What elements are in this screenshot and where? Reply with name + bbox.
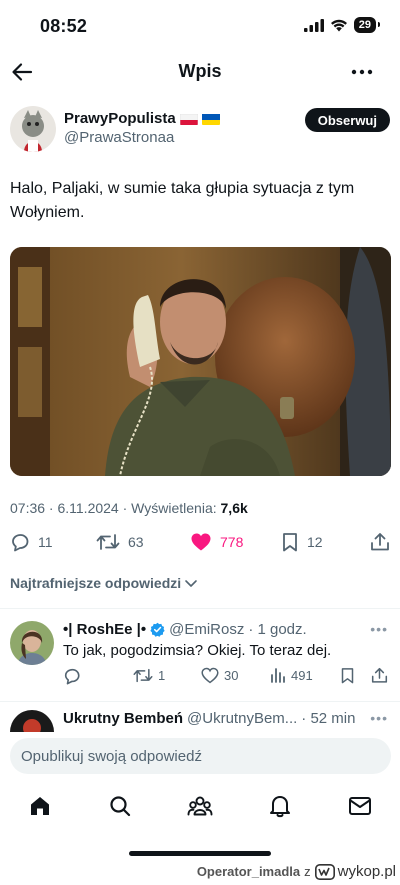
heart-filled-icon <box>191 533 211 551</box>
wifi-icon <box>330 19 347 31</box>
bookmark-action[interactable]: 12 <box>281 532 323 552</box>
status-bar: 08:52 29 <box>0 0 400 50</box>
communities-icon <box>187 796 213 816</box>
reply-like-count: 30 <box>224 668 239 683</box>
messages-envelope-icon <box>349 797 371 815</box>
watermark-z: z <box>304 864 311 879</box>
reply-icon <box>64 668 80 685</box>
reply-header: •| RoshEe |• @EmiRosz · 1 godz. <box>63 621 307 638</box>
author-display-name[interactable]: PrawyPopulista <box>64 110 176 127</box>
author-handle[interactable]: @PrawaStronaa <box>64 129 174 146</box>
like-count: 778 <box>220 534 244 550</box>
page-title: Wpis <box>178 61 222 81</box>
wykop-logo-icon <box>314 863 335 880</box>
post-image[interactable] <box>10 247 391 476</box>
reply-repost-count: 1 <box>158 668 166 683</box>
reply-text: To jak, pogodzimsia? Okiej. To teraz dej… <box>63 642 332 659</box>
chevron-down-icon <box>185 580 197 587</box>
reply-item[interactable]: Ukrutny Bembeń @UkrutnyBem... · 52 min •… <box>10 710 390 732</box>
post-meta: 07:36 · 6.11.2024 · Wyświetlenia: 7,6k <box>10 500 248 516</box>
repost-count: 63 <box>128 534 144 550</box>
reply-action[interactable]: 11 <box>10 532 53 552</box>
post-view-count: 7,6k <box>220 500 248 516</box>
top-nav: Wpis <box>0 50 400 94</box>
reply-author-handle[interactable]: @UkrutnyBem... <box>187 710 297 727</box>
reply-author-name[interactable]: •| RoshEe |• <box>63 621 146 638</box>
post-actions: 11 63 778 12 <box>10 532 390 558</box>
reply-author-name[interactable]: Ukrutny Bembeń <box>63 710 183 727</box>
reply-time: · 1 godz. <box>248 621 307 638</box>
replies-sort-dropdown[interactable]: Najtrafniejsze odpowiedzi <box>10 575 198 591</box>
reply-icon <box>12 534 29 552</box>
reply-views-action[interactable]: 491 <box>270 667 313 683</box>
reply-count: 11 <box>38 534 53 550</box>
reply-header: Ukrutny Bembeń @UkrutnyBem... · 52 min <box>63 710 355 727</box>
bookmark-count: 12 <box>307 534 323 550</box>
post-text: Halo, Paljaki, w sumie taka głupia sytua… <box>10 180 355 221</box>
share-icon <box>371 667 388 683</box>
reply-time: · 52 min <box>301 710 356 727</box>
tab-search[interactable] <box>106 792 134 820</box>
more-horizontal-icon <box>351 69 373 75</box>
repost-action[interactable]: 63 <box>96 532 144 552</box>
bottom-tab-bar <box>0 786 400 826</box>
post-timestamp[interactable]: 07:36 · 6.11.2024 · Wyświetlenia: <box>10 500 221 516</box>
watermark: Operator_imadla z wykop.pl <box>197 863 396 880</box>
verified-badge-icon <box>150 622 165 637</box>
like-action[interactable]: 778 <box>190 532 243 552</box>
reply-view-count: 491 <box>291 667 313 683</box>
home-indicator <box>129 851 271 856</box>
battery-indicator: 29 <box>353 17 381 33</box>
notifications-bell-icon <box>270 796 290 818</box>
tab-home[interactable] <box>26 792 54 820</box>
divider <box>0 701 400 702</box>
post-author: PrawyPopulista @PrawaStronaa Obserwuj <box>10 106 390 156</box>
heart-icon <box>201 667 219 684</box>
views-chart-icon <box>271 668 285 683</box>
watermark-user: Operator_imadla <box>196 864 301 879</box>
reply-author-handle[interactable]: @EmiRosz <box>169 621 244 638</box>
repost-icon <box>96 534 120 550</box>
reply-more-button[interactable]: ••• <box>370 621 388 637</box>
reply-avatar[interactable] <box>10 621 54 665</box>
status-time: 08:52 <box>40 16 88 36</box>
poland-flag-icon <box>179 113 198 125</box>
search-icon <box>110 796 131 817</box>
reply-bookmark-action[interactable] <box>340 667 355 684</box>
reply-share-action[interactable] <box>371 667 388 684</box>
status-icons: 29 <box>303 17 381 33</box>
reply-composer[interactable] <box>10 738 391 774</box>
ukraine-flag-icon <box>201 113 220 125</box>
reply-input[interactable] <box>21 747 391 765</box>
reply-item[interactable]: •| RoshEe |• @EmiRosz · 1 godz. ••• To j… <box>10 621 390 693</box>
replies-sort-label: Najtrafniejsze odpowiedzi <box>10 575 182 591</box>
cellular-signal-icon <box>303 18 324 32</box>
reply-reply-action[interactable] <box>63 667 81 685</box>
follow-button[interactable]: Obserwuj <box>304 108 390 132</box>
share-action[interactable] <box>370 532 390 552</box>
tab-messages[interactable] <box>346 792 374 820</box>
divider <box>0 608 400 609</box>
tab-notifications[interactable] <box>266 792 294 820</box>
more-options-button[interactable] <box>348 58 376 86</box>
reply-avatar[interactable] <box>10 710 54 732</box>
share-icon <box>371 533 389 551</box>
display-name-row: PrawyPopulista <box>64 110 220 127</box>
bookmark-icon <box>283 533 297 552</box>
home-icon <box>31 797 49 815</box>
reply-actions: 1 30 491 <box>63 667 390 689</box>
author-avatar[interactable] <box>10 106 56 152</box>
bookmark-icon <box>341 668 354 684</box>
watermark-site: wykop.pl <box>337 863 396 880</box>
reply-repost-action[interactable]: 1 <box>133 667 165 684</box>
wykop-logo: wykop.pl <box>314 863 396 880</box>
tab-communities[interactable] <box>186 792 214 820</box>
reply-like-action[interactable]: 30 <box>201 667 238 684</box>
repost-icon <box>133 668 153 683</box>
reply-more-button[interactable]: ••• <box>370 710 388 726</box>
